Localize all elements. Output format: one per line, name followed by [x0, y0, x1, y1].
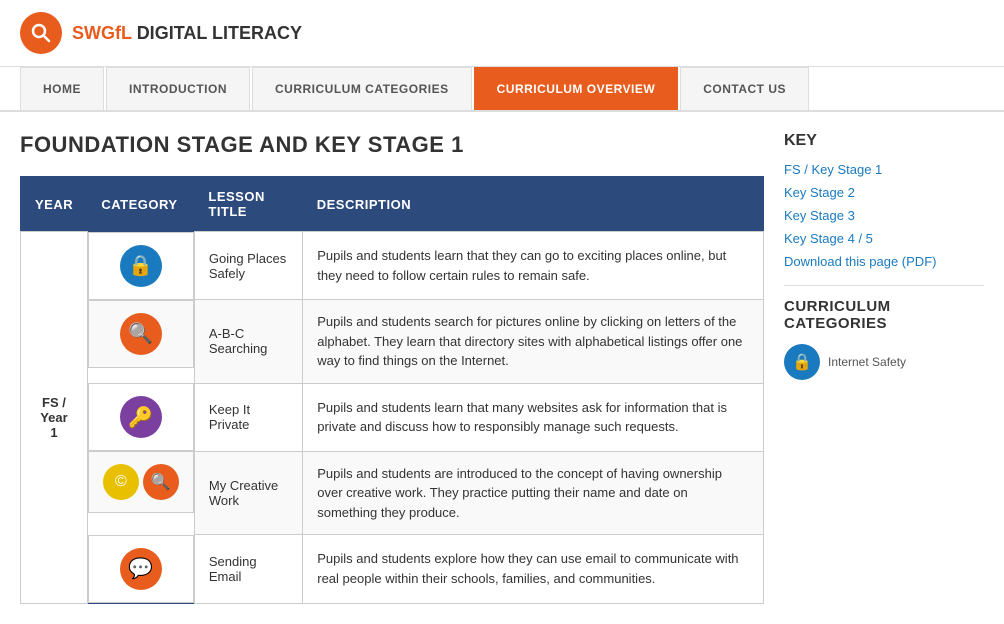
description-1: Pupils and students learn that they can …: [303, 232, 764, 300]
lesson-title-4: My Creative Work: [194, 451, 302, 535]
key-link-fs[interactable]: FS / Key Stage 1: [784, 162, 984, 177]
sidebar-lock-icon: 🔒: [784, 344, 820, 380]
category-icon-5: 💬: [88, 535, 194, 603]
col-description: DESCRIPTION: [303, 177, 764, 232]
header: SWGfL DIGITAL LITERACY: [0, 0, 1004, 67]
logo-icon: [20, 12, 62, 54]
nav-introduction[interactable]: INTRODUCTION: [106, 67, 250, 110]
search-logo-icon: [29, 21, 53, 45]
table-row: 🔍 A-B-C Searching Pupils and students se…: [21, 300, 764, 384]
lesson-title-1: Going Places Safely: [194, 232, 302, 300]
search-creative-icon: 🔍: [143, 464, 179, 500]
email-icon: 💬: [120, 548, 162, 590]
lesson-title-3: Keep It Private: [194, 383, 302, 451]
curriculum-table: YEAR CATEGORY LESSON TITLE DESCRIPTION F…: [20, 176, 764, 604]
category-icon-4: © 🔍: [88, 451, 194, 513]
nav-curriculum-categories[interactable]: CURRICULUM CATEGORIES: [252, 67, 472, 110]
sidebar-category-label: Internet Safety: [828, 355, 906, 369]
lesson-title-5: Sending Email: [194, 535, 302, 604]
key-link-download[interactable]: Download this page (PDF): [784, 254, 984, 269]
col-lesson: LESSON TITLE: [194, 177, 302, 232]
nav-home[interactable]: HOME: [20, 67, 104, 110]
description-2: Pupils and students search for pictures …: [303, 300, 764, 384]
nav-contact-us[interactable]: CONTACT US: [680, 67, 809, 110]
sidebar-divider: [784, 285, 984, 286]
key-link-ks45[interactable]: Key Stage 4 / 5: [784, 231, 984, 246]
key-link-ks3[interactable]: Key Stage 3: [784, 208, 984, 223]
description-4: Pupils and students are introduced to th…: [303, 451, 764, 535]
table-row: 🔑 Keep It Private Pupils and students le…: [21, 383, 764, 451]
category-icon-2: 🔍: [88, 300, 194, 368]
lock-icon: 🔒: [120, 245, 162, 287]
key-title: KEY: [784, 132, 984, 150]
search-icon: 🔍: [120, 313, 162, 355]
col-year: YEAR: [21, 177, 88, 232]
main-nav: HOME INTRODUCTION CURRICULUM CATEGORIES …: [0, 67, 1004, 112]
content-area: FOUNDATION STAGE AND KEY STAGE 1 YEAR CA…: [20, 132, 764, 604]
category-icon-1: 🔒: [88, 232, 194, 300]
nav-curriculum-overview[interactable]: CURRICULUM OVERVIEW: [474, 67, 679, 110]
sidebar: KEY FS / Key Stage 1 Key Stage 2 Key Sta…: [784, 132, 984, 604]
year-cell-fs: FS /Year 1: [21, 232, 88, 604]
key-icon: 🔑: [120, 396, 162, 438]
sidebar-categories-title: CURRICULUM CATEGORIES: [784, 298, 984, 332]
table-row: FS /Year 1 🔒 Going Places Safely Pupils …: [21, 232, 764, 300]
table-row: © 🔍 My Creative Work Pupils and students…: [21, 451, 764, 535]
description-3: Pupils and students learn that many webs…: [303, 383, 764, 451]
description-5: Pupils and students explore how they can…: [303, 535, 764, 604]
copyright-icon: ©: [103, 464, 139, 500]
site-title: SWGfL DIGITAL LITERACY: [72, 23, 302, 44]
multi-icon-creative: © 🔍: [103, 464, 179, 500]
table-row: 💬 Sending Email Pupils and students expl…: [21, 535, 764, 604]
col-category: CATEGORY: [87, 177, 194, 232]
key-links: FS / Key Stage 1 Key Stage 2 Key Stage 3…: [784, 162, 984, 269]
main-content: FOUNDATION STAGE AND KEY STAGE 1 YEAR CA…: [0, 112, 1004, 624]
page-title: FOUNDATION STAGE AND KEY STAGE 1: [20, 132, 764, 158]
lesson-title-2: A-B-C Searching: [194, 300, 302, 384]
category-icon-3: 🔑: [88, 383, 194, 451]
key-link-ks2[interactable]: Key Stage 2: [784, 185, 984, 200]
sidebar-category-item: 🔒 Internet Safety: [784, 344, 984, 380]
